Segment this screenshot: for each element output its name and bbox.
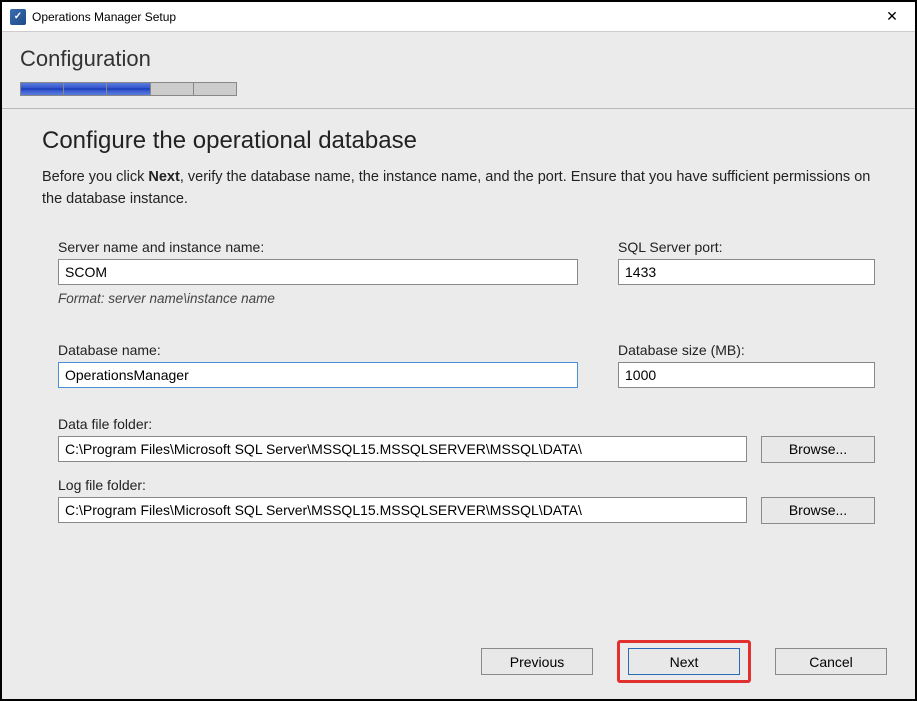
wizard-stage-label: Configuration bbox=[20, 46, 897, 72]
page-description: Before you click Next, verify the databa… bbox=[42, 167, 875, 211]
row-server-port: Server name and instance name: Format: s… bbox=[42, 239, 875, 306]
wizard-footer: Previous Next Cancel bbox=[481, 648, 887, 675]
setup-window: Operations Manager Setup ✕ Configuration… bbox=[0, 0, 917, 701]
server-name-label: Server name and instance name: bbox=[58, 239, 578, 255]
app-icon bbox=[10, 9, 26, 25]
progress-segment bbox=[20, 82, 64, 96]
progress-segment bbox=[63, 82, 107, 96]
database-name-label: Database name: bbox=[58, 342, 578, 358]
wizard-content: Configure the operational database Befor… bbox=[2, 109, 915, 699]
data-folder-browse-button[interactable]: Browse... bbox=[761, 436, 875, 463]
database-size-label: Database size (MB): bbox=[618, 342, 875, 358]
window-title: Operations Manager Setup bbox=[32, 10, 869, 24]
previous-button[interactable]: Previous bbox=[481, 648, 593, 675]
data-folder-label: Data file folder: bbox=[58, 416, 875, 432]
sql-port-label: SQL Server port: bbox=[618, 239, 875, 255]
next-button[interactable]: Next bbox=[628, 648, 740, 675]
log-folder-label: Log file folder: bbox=[58, 477, 875, 493]
database-size-input[interactable] bbox=[618, 362, 875, 388]
server-name-input[interactable] bbox=[58, 259, 578, 285]
progress-segment bbox=[150, 82, 194, 96]
wizard-header: Configuration bbox=[2, 32, 915, 109]
row-dbname-size: Database name: Database size (MB): bbox=[42, 342, 875, 388]
titlebar: Operations Manager Setup ✕ bbox=[2, 2, 915, 32]
sql-port-input[interactable] bbox=[618, 259, 875, 285]
server-format-hint: Format: server name\instance name bbox=[58, 291, 578, 306]
database-name-input[interactable] bbox=[58, 362, 578, 388]
data-folder-input[interactable] bbox=[58, 436, 747, 462]
wizard-progress bbox=[20, 82, 236, 96]
row-log-folder: Browse... bbox=[42, 497, 875, 524]
next-highlight: Next bbox=[617, 640, 751, 683]
close-icon[interactable]: ✕ bbox=[869, 2, 915, 32]
progress-segment bbox=[106, 82, 150, 96]
page-title: Configure the operational database bbox=[42, 127, 875, 155]
cancel-button[interactable]: Cancel bbox=[775, 648, 887, 675]
row-data-folder: Browse... bbox=[42, 436, 875, 463]
progress-segment bbox=[193, 82, 237, 96]
log-folder-input[interactable] bbox=[58, 497, 747, 523]
log-folder-browse-button[interactable]: Browse... bbox=[761, 497, 875, 524]
